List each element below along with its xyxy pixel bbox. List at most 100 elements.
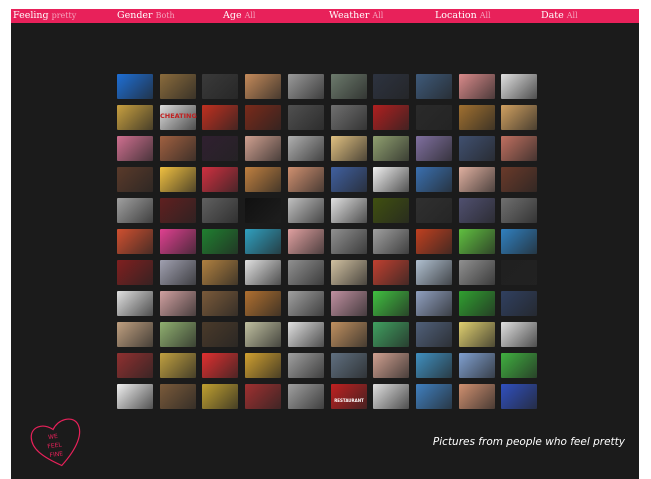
photo-thumbnail[interactable] bbox=[373, 136, 409, 161]
photo-thumbnail[interactable] bbox=[459, 384, 495, 409]
photo-thumbnail[interactable] bbox=[416, 291, 452, 316]
photo-thumbnail[interactable] bbox=[245, 322, 281, 347]
photo-thumbnail[interactable] bbox=[373, 260, 409, 285]
photo-thumbnail[interactable] bbox=[416, 353, 452, 378]
photo-thumbnail[interactable] bbox=[288, 74, 324, 99]
photo-thumbnail[interactable] bbox=[117, 167, 153, 192]
photo-thumbnail[interactable] bbox=[501, 198, 537, 223]
photo-thumbnail[interactable] bbox=[373, 322, 409, 347]
photo-thumbnail[interactable] bbox=[160, 260, 196, 285]
photo-thumbnail[interactable] bbox=[160, 74, 196, 99]
photo-thumbnail[interactable] bbox=[202, 136, 238, 161]
photo-thumbnail[interactable] bbox=[459, 322, 495, 347]
photo-thumbnail[interactable] bbox=[245, 260, 281, 285]
photo-thumbnail[interactable] bbox=[245, 229, 281, 254]
photo-thumbnail[interactable] bbox=[288, 260, 324, 285]
photo-thumbnail[interactable] bbox=[373, 353, 409, 378]
photo-thumbnail[interactable] bbox=[288, 322, 324, 347]
photo-thumbnail[interactable] bbox=[459, 74, 495, 99]
photo-thumbnail[interactable] bbox=[459, 353, 495, 378]
photo-thumbnail[interactable] bbox=[501, 105, 537, 130]
photo-thumbnail[interactable] bbox=[459, 136, 495, 161]
photo-thumbnail[interactable] bbox=[160, 322, 196, 347]
photo-thumbnail[interactable] bbox=[331, 291, 367, 316]
photo-thumbnail[interactable] bbox=[501, 167, 537, 192]
photo-thumbnail[interactable] bbox=[331, 167, 367, 192]
photo-thumbnail[interactable] bbox=[288, 229, 324, 254]
photo-thumbnail[interactable] bbox=[288, 384, 324, 409]
photo-thumbnail[interactable] bbox=[331, 353, 367, 378]
photo-thumbnail[interactable] bbox=[373, 74, 409, 99]
photo-thumbnail[interactable] bbox=[373, 229, 409, 254]
photo-thumbnail[interactable] bbox=[245, 384, 281, 409]
photo-thumbnail[interactable] bbox=[117, 291, 153, 316]
photo-thumbnail[interactable] bbox=[117, 353, 153, 378]
photo-thumbnail[interactable] bbox=[501, 353, 537, 378]
photo-thumbnail[interactable] bbox=[373, 167, 409, 192]
photo-thumbnail[interactable] bbox=[501, 322, 537, 347]
photo-thumbnail[interactable] bbox=[245, 105, 281, 130]
photo-thumbnail[interactable] bbox=[245, 136, 281, 161]
photo-thumbnail[interactable] bbox=[245, 353, 281, 378]
photo-thumbnail[interactable] bbox=[245, 291, 281, 316]
photo-thumbnail[interactable] bbox=[288, 291, 324, 316]
photo-thumbnail[interactable] bbox=[202, 291, 238, 316]
photo-thumbnail[interactable] bbox=[160, 384, 196, 409]
photo-thumbnail[interactable] bbox=[160, 198, 196, 223]
photo-thumbnail[interactable] bbox=[245, 74, 281, 99]
photo-thumbnail[interactable] bbox=[202, 167, 238, 192]
photo-thumbnail[interactable] bbox=[459, 167, 495, 192]
photo-thumbnail[interactable] bbox=[331, 322, 367, 347]
photo-thumbnail[interactable] bbox=[501, 229, 537, 254]
photo-thumbnail[interactable] bbox=[245, 167, 281, 192]
photo-thumbnail[interactable] bbox=[331, 229, 367, 254]
photo-thumbnail[interactable] bbox=[202, 260, 238, 285]
photo-thumbnail[interactable] bbox=[416, 198, 452, 223]
photo-thumbnail[interactable] bbox=[288, 105, 324, 130]
photo-thumbnail[interactable] bbox=[459, 291, 495, 316]
photo-thumbnail[interactable] bbox=[160, 136, 196, 161]
photo-thumbnail[interactable] bbox=[416, 74, 452, 99]
photo-thumbnail[interactable] bbox=[459, 260, 495, 285]
photo-thumbnail[interactable] bbox=[501, 384, 537, 409]
photo-thumbnail[interactable] bbox=[331, 105, 367, 130]
photo-thumbnail[interactable] bbox=[117, 198, 153, 223]
photo-thumbnail[interactable] bbox=[288, 198, 324, 223]
photo-thumbnail[interactable] bbox=[373, 198, 409, 223]
photo-thumbnail[interactable] bbox=[416, 167, 452, 192]
photo-thumbnail[interactable] bbox=[416, 384, 452, 409]
photo-thumbnail[interactable] bbox=[331, 198, 367, 223]
photo-thumbnail[interactable] bbox=[117, 229, 153, 254]
photo-thumbnail[interactable] bbox=[416, 322, 452, 347]
photo-thumbnail[interactable]: RESTAURANT bbox=[331, 384, 367, 409]
photo-thumbnail[interactable] bbox=[331, 136, 367, 161]
photo-thumbnail[interactable] bbox=[117, 260, 153, 285]
photo-thumbnail[interactable] bbox=[373, 105, 409, 130]
photo-thumbnail[interactable] bbox=[416, 136, 452, 161]
photo-thumbnail[interactable] bbox=[459, 229, 495, 254]
photo-thumbnail[interactable] bbox=[288, 353, 324, 378]
photo-thumbnail[interactable] bbox=[160, 167, 196, 192]
photo-thumbnail[interactable] bbox=[202, 353, 238, 378]
photo-thumbnail[interactable] bbox=[416, 260, 452, 285]
photo-thumbnail[interactable] bbox=[373, 384, 409, 409]
photo-thumbnail[interactable] bbox=[501, 136, 537, 161]
we-feel-fine-logo[interactable]: WE FEEL FINE bbox=[29, 417, 85, 469]
photo-thumbnail[interactable] bbox=[160, 291, 196, 316]
photo-thumbnail[interactable] bbox=[245, 198, 281, 223]
photo-thumbnail[interactable] bbox=[416, 105, 452, 130]
photo-thumbnail[interactable] bbox=[117, 136, 153, 161]
photo-thumbnail[interactable] bbox=[202, 384, 238, 409]
photo-thumbnail[interactable] bbox=[117, 74, 153, 99]
photo-thumbnail[interactable] bbox=[331, 260, 367, 285]
photo-thumbnail[interactable] bbox=[459, 105, 495, 130]
photo-thumbnail[interactable] bbox=[501, 260, 537, 285]
photo-thumbnail[interactable] bbox=[416, 229, 452, 254]
photo-thumbnail[interactable] bbox=[501, 74, 537, 99]
photo-thumbnail[interactable] bbox=[160, 229, 196, 254]
photo-thumbnail[interactable] bbox=[202, 322, 238, 347]
photo-thumbnail[interactable] bbox=[202, 74, 238, 99]
photo-thumbnail[interactable] bbox=[117, 105, 153, 130]
photo-thumbnail[interactable] bbox=[288, 136, 324, 161]
photo-thumbnail[interactable] bbox=[202, 105, 238, 130]
